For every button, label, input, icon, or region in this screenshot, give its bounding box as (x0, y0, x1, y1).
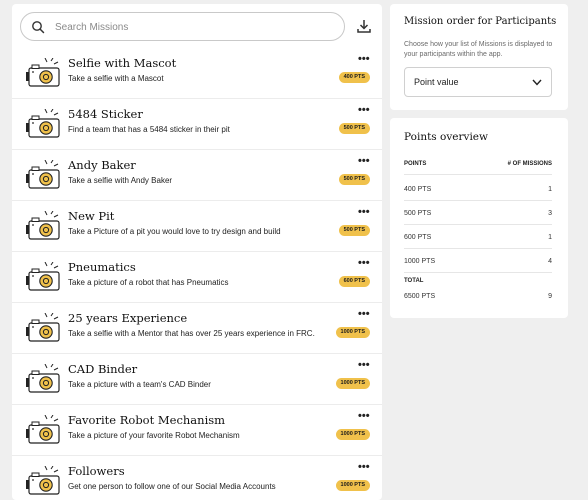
search-row (12, 4, 382, 48)
more-options-icon[interactable]: ••• (358, 155, 370, 167)
points-badge: 500 PTS (338, 174, 370, 185)
mission-title: Pneumatics (68, 260, 136, 274)
mission-title: Followers (68, 464, 125, 478)
overview-count: 4 (548, 258, 552, 265)
order-select[interactable]: Point value (404, 67, 552, 97)
chevron-down-icon (532, 79, 542, 86)
points-badge: 1000 PTS (335, 429, 370, 440)
more-options-icon[interactable]: ••• (358, 461, 370, 473)
camera-icon (25, 57, 63, 90)
search-icon (32, 21, 45, 34)
col-header-missions: # OF MISSIONS (507, 161, 552, 167)
camera-icon (25, 363, 63, 396)
points-badge: 1000 PTS (335, 480, 370, 491)
mission-description: Take a selfie with Andy Baker (68, 176, 173, 185)
col-header-points: POINTS (404, 161, 427, 167)
mission-row[interactable]: New Pit Take a Picture of a pit you would… (12, 201, 382, 252)
divider (404, 200, 552, 201)
divider (404, 248, 552, 249)
mission-title: Selfie with Mascot (68, 56, 177, 70)
mission-order-card: Mission order for Participants Choose ho… (390, 4, 568, 110)
points-badge: 1000 PTS (335, 327, 370, 338)
overview-count: 1 (548, 186, 552, 193)
overview-count: 3 (548, 210, 552, 217)
camera-icon (25, 261, 63, 294)
mission-description: Get one person to follow one of our Soci… (68, 482, 276, 491)
mission-row[interactable]: CAD Binder Take a picture with a team's C… (12, 354, 382, 405)
divider (404, 272, 552, 273)
mission-row[interactable]: Pneumatics Take a picture of a robot that… (12, 252, 382, 303)
mission-row[interactable]: Followers Get one person to follow one of… (12, 456, 382, 500)
mission-order-title: Mission order for Participants (404, 16, 557, 27)
overview-points: 1000 PTS (404, 258, 436, 265)
total-points: 6500 PTS (404, 293, 436, 300)
mission-row[interactable]: 5484 Sticker Find a team that has a 5484 … (12, 99, 382, 150)
overview-points: 500 PTS (404, 210, 432, 217)
divider (404, 224, 552, 225)
mission-description: Take a picture of your favorite Robot Me… (68, 431, 240, 440)
camera-icon (25, 414, 63, 447)
search-box[interactable] (20, 12, 345, 41)
mission-description: Take a picture of a robot that has Pneum… (68, 278, 229, 287)
more-options-icon[interactable]: ••• (358, 206, 370, 218)
more-options-icon[interactable]: ••• (358, 104, 370, 116)
more-options-icon[interactable]: ••• (358, 257, 370, 269)
camera-icon (25, 312, 63, 345)
points-badge: 400 PTS (338, 72, 370, 83)
mission-description: Take a Picture of a pit you would love t… (68, 227, 281, 236)
points-badge: 500 PTS (338, 123, 370, 134)
camera-icon (25, 159, 63, 192)
points-overview-title: Points overview (404, 131, 489, 143)
overview-points: 600 PTS (404, 234, 432, 241)
download-icon[interactable] (356, 18, 372, 34)
more-options-icon[interactable]: ••• (358, 308, 370, 320)
more-options-icon[interactable]: ••• (358, 359, 370, 371)
mission-description: Take a selfie with a Mentor that has ove… (68, 329, 315, 338)
points-overview-card: Points overview POINTS # OF MISSIONS 400… (390, 118, 568, 318)
camera-icon (25, 108, 63, 141)
mission-title: Andy Baker (68, 158, 136, 172)
mission-row[interactable]: Andy Baker Take a selfie with Andy Baker •… (12, 150, 382, 201)
missions-panel: Selfie with Mascot Take a selfie with a M… (12, 4, 382, 500)
mission-order-description: Choose how your list of Missions is disp… (404, 41, 553, 58)
order-select-value: Point value (414, 77, 459, 87)
total-label: TOTAL (404, 278, 424, 284)
mission-row[interactable]: 25 years Experience Take a selfie with a … (12, 303, 382, 354)
mission-title: Favorite Robot Mechanism (68, 413, 226, 427)
mission-description: Find a team that has a 5484 sticker in t… (68, 125, 230, 134)
search-input[interactable] (55, 18, 335, 36)
camera-icon (25, 465, 63, 498)
mission-description: Take a selfie with a Mascot (68, 74, 164, 83)
more-options-icon[interactable]: ••• (358, 53, 370, 65)
mission-title: New Pit (68, 209, 115, 223)
camera-icon (25, 210, 63, 243)
mission-description: Take a picture with a team's CAD Binder (68, 380, 211, 389)
more-options-icon[interactable]: ••• (358, 410, 370, 422)
divider (404, 174, 552, 175)
mission-title: 25 years Experience (68, 311, 188, 325)
overview-count: 1 (548, 234, 552, 241)
mission-title: 5484 Sticker (68, 107, 143, 121)
mission-title: CAD Binder (68, 362, 138, 376)
overview-points: 400 PTS (404, 186, 432, 193)
mission-row[interactable]: Favorite Robot Mechanism Take a picture o… (12, 405, 382, 456)
mission-row[interactable]: Selfie with Mascot Take a selfie with a M… (12, 48, 382, 99)
points-badge: 500 PTS (338, 225, 370, 236)
total-count: 9 (548, 293, 552, 300)
points-badge: 600 PTS (338, 276, 370, 287)
points-badge: 1000 PTS (335, 378, 370, 389)
